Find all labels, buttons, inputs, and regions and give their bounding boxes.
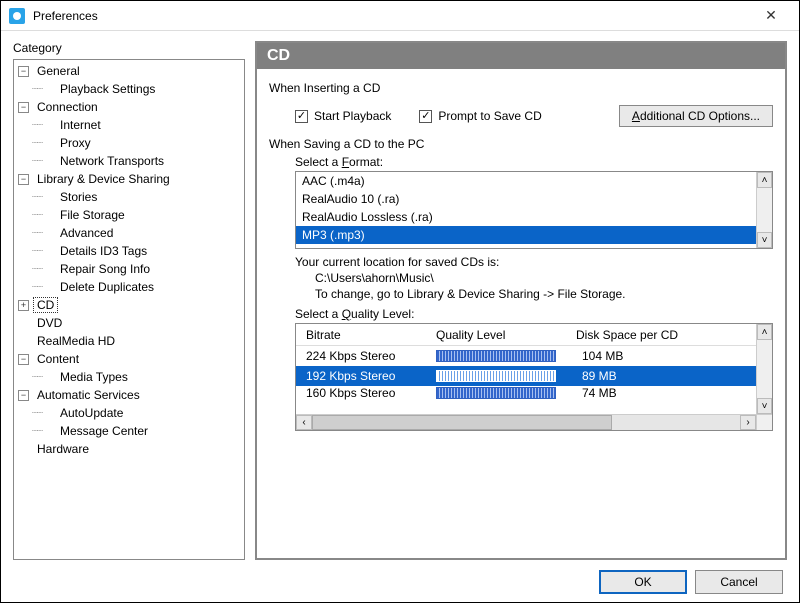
format-listbox[interactable]: AAC (.m4a) RealAudio 10 (.ra) RealAudio … <box>295 171 773 249</box>
format-item-aac[interactable]: AAC (.m4a) <box>296 172 756 190</box>
quality-listbox[interactable]: Bitrate Quality Level Disk Space per CD … <box>295 323 773 431</box>
location-path: C:\Users\ahorn\Music\ <box>269 271 773 285</box>
quality-row[interactable]: 160 Kbps Stereo 74 MB <box>296 386 756 400</box>
scroll-corner <box>756 414 772 430</box>
location-hint: To change, go to Library & Device Sharin… <box>269 287 773 301</box>
header-quality[interactable]: Quality Level <box>436 328 576 342</box>
tree-internet[interactable]: Internet <box>56 117 105 133</box>
tree-proxy[interactable]: Proxy <box>56 135 95 151</box>
disk-cell: 74 MB <box>576 386 756 400</box>
saving-label: When Saving a CD to the PC <box>269 137 773 151</box>
start-playback-label: Start Playback <box>314 109 391 123</box>
scroll-up-icon[interactable]: ˄ <box>757 324 772 340</box>
tree-library-sharing[interactable]: Library & Device Sharing <box>33 171 174 187</box>
select-quality-label: Select a Quality Level: <box>269 307 773 321</box>
tree-delete-duplicates[interactable]: Delete Duplicates <box>56 279 158 295</box>
tree-dvd[interactable]: DVD <box>33 315 66 331</box>
expand-icon[interactable]: − <box>18 390 29 401</box>
tree-automatic-services[interactable]: Automatic Services <box>33 387 144 403</box>
category-tree[interactable]: −General ┈┈Playback Settings −Connection… <box>13 59 245 560</box>
tree-details-id3[interactable]: Details ID3 Tags <box>56 243 151 259</box>
quality-row[interactable]: 224 Kbps Stereo 104 MB <box>296 346 756 366</box>
additional-cd-options-button[interactable]: Additional CD Options... <box>619 105 773 127</box>
insert-label: When Inserting a CD <box>269 81 773 95</box>
format-item-ra10[interactable]: RealAudio 10 (.ra) <box>296 190 756 208</box>
expand-icon[interactable]: − <box>18 354 29 365</box>
tree-repair-song[interactable]: Repair Song Info <box>56 261 154 277</box>
expand-icon[interactable]: − <box>18 66 29 77</box>
quality-hscrollbar[interactable]: ‹ › <box>296 414 756 430</box>
scroll-track[interactable] <box>757 340 772 398</box>
expand-icon[interactable]: − <box>18 102 29 113</box>
scroll-up-icon[interactable]: ˄ <box>757 172 772 188</box>
tree-stories[interactable]: Stories <box>56 189 101 205</box>
quality-row-selected[interactable]: 192 Kbps Stereo 89 MB <box>296 366 756 386</box>
scroll-track[interactable] <box>757 188 772 232</box>
window-title: Preferences <box>33 9 98 23</box>
scroll-thumb[interactable] <box>312 415 612 430</box>
ok-button[interactable]: OK <box>599 570 687 594</box>
check-icon: ✓ <box>295 110 308 123</box>
quality-bar-icon <box>436 387 556 399</box>
disk-cell: 89 MB <box>576 369 756 383</box>
panel-title: CD <box>257 43 785 69</box>
scroll-right-icon[interactable]: › <box>740 415 756 430</box>
quality-header: Bitrate Quality Level Disk Space per CD <box>296 324 756 346</box>
tree-playback-settings[interactable]: Playback Settings <box>56 81 159 97</box>
tree-cd[interactable]: CD <box>33 297 58 313</box>
location-label: Your current location for saved CDs is: <box>269 255 773 269</box>
tree-content[interactable]: Content <box>33 351 83 367</box>
scroll-down-icon[interactable]: ˅ <box>757 398 772 414</box>
quality-bar-icon <box>436 350 556 362</box>
scroll-down-icon[interactable]: ˅ <box>757 232 772 248</box>
cancel-button[interactable]: Cancel <box>695 570 783 594</box>
close-icon[interactable]: ✕ <box>751 7 791 24</box>
tree-network-transports[interactable]: Network Transports <box>56 153 168 169</box>
tree-realmedia-hd[interactable]: RealMedia HD <box>33 333 119 349</box>
format-item-mp3[interactable]: MP3 (.mp3) <box>296 226 756 244</box>
start-playback-checkbox[interactable]: ✓ Start Playback <box>295 109 391 123</box>
dialog-footer: OK Cancel <box>13 570 787 594</box>
quality-vscrollbar[interactable]: ˄ ˅ <box>756 324 772 414</box>
quality-bar-icon <box>436 370 556 382</box>
check-icon: ✓ <box>419 110 432 123</box>
bitrate-cell: 192 Kbps Stereo <box>296 369 436 383</box>
format-scrollbar[interactable]: ˄ ˅ <box>756 172 772 248</box>
scroll-left-icon[interactable]: ‹ <box>296 415 312 430</box>
format-item-ralossless[interactable]: RealAudio Lossless (.ra) <box>296 208 756 226</box>
disk-cell: 104 MB <box>576 349 756 363</box>
bitrate-cell: 224 Kbps Stereo <box>296 349 436 363</box>
select-format-label: Select a Format: <box>269 155 773 169</box>
additional-options-text: dditional CD Options... <box>640 109 760 123</box>
bitrate-cell: 160 Kbps Stereo <box>296 386 436 400</box>
header-bitrate[interactable]: Bitrate <box>296 328 436 342</box>
tree-file-storage[interactable]: File Storage <box>56 207 129 223</box>
expand-icon[interactable]: + <box>18 300 29 311</box>
tree-advanced[interactable]: Advanced <box>56 225 117 241</box>
category-panel: Category −General ┈┈Playback Settings −C… <box>13 41 245 560</box>
expand-icon[interactable]: − <box>18 174 29 185</box>
tree-autoupdate[interactable]: AutoUpdate <box>56 405 127 421</box>
tree-media-types[interactable]: Media Types <box>56 369 132 385</box>
prompt-save-label: Prompt to Save CD <box>438 109 541 123</box>
cd-panel: CD When Inserting a CD ✓ Start Playback … <box>255 41 787 560</box>
tree-connection[interactable]: Connection <box>33 99 102 115</box>
prompt-save-checkbox[interactable]: ✓ Prompt to Save CD <box>419 109 541 123</box>
tree-hardware[interactable]: Hardware <box>33 441 93 457</box>
app-icon <box>9 8 25 24</box>
titlebar: Preferences ✕ <box>1 1 799 31</box>
tree-general[interactable]: General <box>33 63 84 79</box>
header-disk[interactable]: Disk Space per CD <box>576 328 756 342</box>
tree-message-center[interactable]: Message Center <box>56 423 152 439</box>
category-label: Category <box>13 41 245 55</box>
